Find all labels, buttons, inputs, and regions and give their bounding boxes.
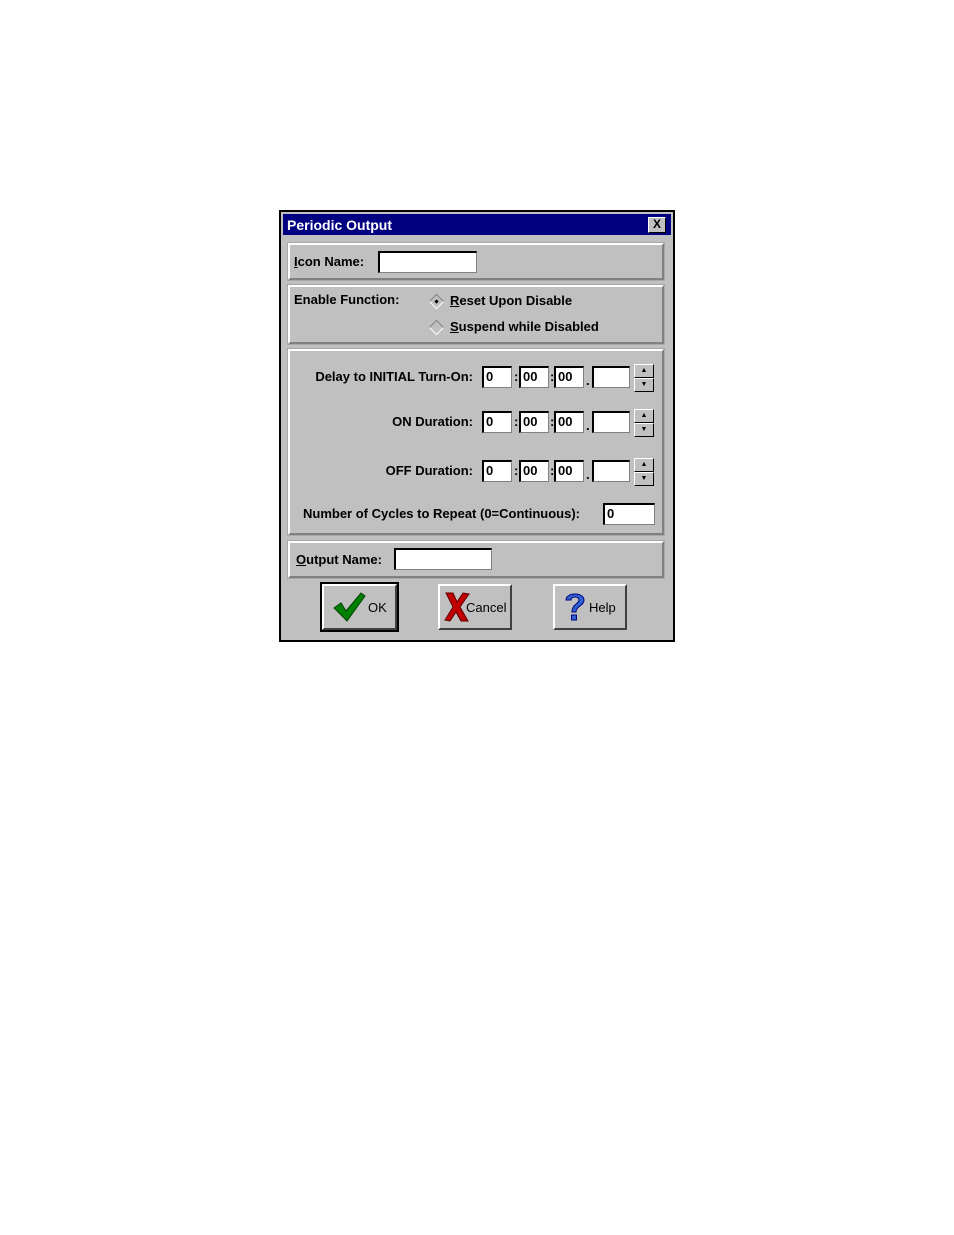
- off-hours-field[interactable]: 0: [482, 460, 512, 482]
- reset-upon-disable-radio[interactable]: [428, 293, 445, 310]
- cycles-input[interactable]: 0: [603, 503, 655, 525]
- spin-down-icon[interactable]: ▼: [634, 423, 654, 437]
- ok-label: OK: [368, 600, 387, 615]
- window-title: Periodic Output: [287, 217, 392, 233]
- reset-upon-disable-label[interactable]: Reset Upon Disable: [450, 293, 572, 308]
- off-minutes-field[interactable]: 00: [519, 460, 549, 482]
- delay-hours-field[interactable]: 0: [482, 366, 512, 388]
- off-duration-label: OFF Duration:: [385, 463, 473, 478]
- output-name-label: Output Name:: [296, 552, 382, 567]
- on-duration-label: ON Duration:: [392, 414, 473, 429]
- timers-panel: Delay to INITIAL Turn-On: 0 : 00 : 00 . …: [287, 348, 665, 536]
- checkmark-icon: [333, 592, 366, 622]
- dot-separator: .: [586, 418, 590, 433]
- colon-separator: :: [514, 414, 519, 429]
- spin-up-icon[interactable]: ▲: [634, 409, 654, 423]
- suspend-while-disabled-text: uspend while Disabled: [458, 319, 599, 334]
- radio-selected-dot: [434, 299, 439, 304]
- output-name-input[interactable]: [394, 548, 492, 570]
- cancel-label: Cancel: [466, 600, 507, 615]
- on-spinner[interactable]: ▲ ▼: [634, 409, 654, 437]
- off-fraction-field[interactable]: [592, 460, 630, 482]
- icon-name-input[interactable]: [378, 251, 477, 273]
- on-hours-field[interactable]: 0: [482, 411, 512, 433]
- delay-minutes-field[interactable]: 00: [519, 366, 549, 388]
- delay-seconds-field[interactable]: 00: [554, 366, 584, 388]
- suspend-while-disabled-radio[interactable]: [428, 319, 445, 336]
- close-button[interactable]: X: [648, 217, 666, 233]
- on-fraction-field[interactable]: [592, 411, 630, 433]
- cycles-label: Number of Cycles to Repeat (0=Continuous…: [303, 506, 580, 521]
- ok-button[interactable]: OK: [320, 582, 399, 632]
- delay-fraction-field[interactable]: [592, 366, 630, 388]
- enable-function-panel: Enable Function: Reset Upon Disable Susp…: [287, 284, 665, 345]
- icon-name-label-text: con Name:: [297, 254, 365, 269]
- spin-up-icon[interactable]: ▲: [634, 458, 654, 472]
- spin-down-icon[interactable]: ▼: [634, 472, 654, 486]
- dot-separator: .: [586, 467, 590, 482]
- icon-name-panel: Icon Name:: [287, 242, 665, 281]
- suspend-while-disabled-label[interactable]: Suspend while Disabled: [450, 319, 599, 334]
- title-bar[interactable]: Periodic Output X: [283, 214, 671, 235]
- spin-up-icon[interactable]: ▲: [634, 364, 654, 378]
- help-label: Help: [589, 600, 616, 615]
- colon-separator: :: [514, 369, 519, 384]
- enable-function-label: Enable Function:: [294, 292, 400, 307]
- cancel-button[interactable]: Cancel: [438, 584, 512, 630]
- on-minutes-field[interactable]: 00: [519, 411, 549, 433]
- off-seconds-field[interactable]: 00: [554, 460, 584, 482]
- output-name-panel: Output Name:: [287, 540, 665, 579]
- delay-spinner[interactable]: ▲ ▼: [634, 364, 654, 392]
- colon-separator: :: [514, 463, 519, 478]
- reset-upon-disable-text: eset Upon Disable: [459, 293, 573, 308]
- periodic-output-dialog: Periodic Output X Icon Name: Enable Func…: [279, 210, 675, 642]
- question-mark-icon: [565, 593, 585, 621]
- icon-name-label: Icon Name:: [294, 254, 365, 269]
- off-spinner[interactable]: ▲ ▼: [634, 458, 654, 486]
- delay-initial-label: Delay to INITIAL Turn-On:: [315, 369, 473, 384]
- output-name-label-text: utput Name:: [306, 552, 382, 567]
- dot-separator: .: [586, 373, 590, 388]
- help-button[interactable]: Help: [553, 584, 627, 630]
- spin-down-icon[interactable]: ▼: [634, 378, 654, 392]
- on-seconds-field[interactable]: 00: [554, 411, 584, 433]
